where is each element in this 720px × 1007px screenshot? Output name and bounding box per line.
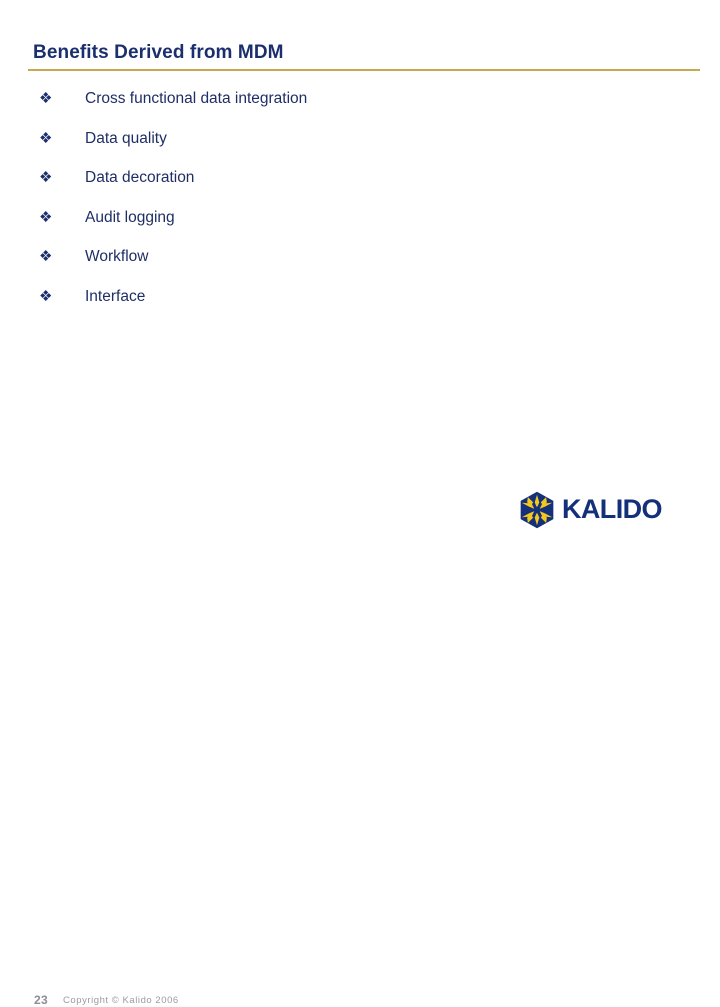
list-item-label: Cross functional data integration [85, 90, 308, 107]
title-divider [28, 69, 700, 71]
diamond-bullet-icon: ❖ [39, 129, 53, 147]
diamond-bullet-icon: ❖ [39, 287, 53, 305]
list-item-label: Data quality [85, 129, 167, 147]
list-item-label: Data decoration [85, 169, 195, 186]
list-item: ❖ Interface [0, 286, 720, 326]
list-item: ❖ Audit logging [0, 207, 720, 247]
list-item-label: Interface [85, 287, 146, 305]
list-item-label: Workflow [85, 248, 149, 265]
list-item: ❖ Cross functional data integration [0, 88, 720, 128]
page-number: 23 [34, 993, 48, 1007]
list-item: ❖ Data decoration [0, 167, 720, 207]
diamond-bullet-icon: ❖ [39, 169, 53, 186]
list-item: ❖ Workflow [0, 246, 720, 286]
kalido-hexagon-star-icon [520, 491, 554, 529]
benefits-list: ❖ Cross functional data integration ❖ Da… [0, 88, 720, 325]
diamond-bullet-icon: ❖ [39, 90, 53, 107]
kalido-wordmark: KALIDO [562, 493, 663, 524]
list-item-label: Audit logging [85, 208, 175, 226]
copyright-notice: Copyright © Kalido 2006 [63, 995, 179, 1006]
diamond-bullet-icon: ❖ [39, 208, 53, 226]
kalido-logo: KALIDO [518, 491, 663, 529]
slide: Benefits Derived from MDM ❖ Cross functi… [0, 0, 720, 1007]
page-title: Benefits Derived from MDM [33, 41, 284, 63]
list-item: ❖ Data quality [0, 128, 720, 168]
diamond-bullet-icon: ❖ [39, 248, 53, 265]
